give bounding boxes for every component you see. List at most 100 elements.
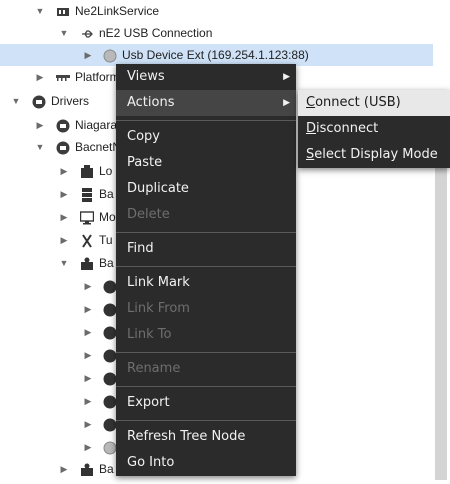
collapsed-toggle-icon[interactable]: ▶	[82, 372, 94, 384]
menu-item-go-into[interactable]: Go Into	[116, 450, 296, 476]
point-icon	[103, 394, 117, 409]
menu-item-label: Link From	[127, 301, 190, 316]
tree-label: Niagara	[75, 118, 118, 132]
network-icon	[56, 140, 70, 155]
point-icon	[103, 348, 117, 363]
mnemonic-letter: C	[306, 95, 316, 110]
usb-icon	[80, 26, 94, 40]
menu-item-label: Actions	[127, 95, 175, 110]
menu-item-link-mark[interactable]: Link Mark	[116, 270, 296, 296]
menu-item-connect-usb[interactable]: Connect (USB)	[298, 90, 450, 116]
point-icon	[103, 302, 117, 317]
tree-label: Ba	[99, 462, 114, 476]
menu-item-label: Link To	[127, 327, 172, 342]
collapsed-toggle-icon[interactable]: ▶	[58, 188, 70, 200]
collapsed-toggle-icon[interactable]: ▶	[82, 418, 94, 430]
monitor-icon	[79, 210, 95, 225]
submenu-arrow-icon: ▶	[283, 72, 290, 82]
menu-item-label: Refresh Tree Node	[127, 429, 246, 444]
menu-item-export[interactable]: Export	[116, 390, 296, 416]
menu-item-copy[interactable]: Copy	[116, 124, 296, 150]
menu-item-select-display-mode[interactable]: Select Display Mode	[298, 142, 450, 168]
network-icon	[56, 118, 70, 133]
platform-icon	[56, 70, 70, 84]
menu-item-actions[interactable]: Actions ▶	[116, 90, 296, 116]
tree-label: Ba	[99, 187, 114, 201]
menu-item-views[interactable]: Views ▶	[116, 64, 296, 90]
menu-item-duplicate[interactable]: Duplicate	[116, 176, 296, 202]
menu-item-label: onnect (USB)	[315, 95, 401, 110]
menu-item-label: Find	[127, 241, 154, 256]
point-icon	[103, 371, 117, 386]
menu-item-label: Export	[127, 395, 170, 410]
tree-label: Platform	[75, 70, 120, 84]
point-icon	[103, 279, 117, 294]
collapsed-toggle-icon[interactable]: ▶	[58, 463, 70, 475]
point-icon	[103, 325, 117, 340]
menu-item-rename: Rename	[116, 356, 296, 382]
collapsed-toggle-icon[interactable]: ▶	[82, 395, 94, 407]
collapsed-toggle-icon[interactable]: ▶	[82, 326, 94, 338]
context-menu: Views ▶ Actions ▶ Copy Paste Duplicate D…	[116, 64, 296, 476]
device-status-icon	[103, 48, 117, 63]
tree-label: nE2 USB Connection	[99, 26, 213, 40]
scrollbar-thumb[interactable]	[435, 150, 447, 480]
menu-item-link-from: Link From	[116, 296, 296, 322]
menu-item-paste[interactable]: Paste	[116, 150, 296, 176]
menu-item-label: Duplicate	[127, 181, 189, 196]
menu-item-label: elect Display Mode	[314, 147, 438, 162]
tree-label: Ne2LinkService	[75, 4, 160, 18]
menu-item-disconnect[interactable]: Disconnect	[298, 116, 450, 142]
menu-item-label: Delete	[127, 207, 170, 222]
point-status-icon	[103, 440, 117, 455]
menu-item-label: Rename	[127, 361, 181, 376]
menu-separator	[116, 266, 296, 267]
tree-label: Ba	[99, 256, 114, 270]
tree-row-ne2linkservice[interactable]: ▼ Ne2LinkService	[0, 0, 450, 22]
menu-item-find[interactable]: Find	[116, 236, 296, 262]
menu-item-label: Views	[127, 69, 165, 84]
actions-submenu: Connect (USB) Disconnect Select Display …	[298, 90, 450, 168]
tree-row-usb-device[interactable]: ▶ Usb Device Ext (169.254.1.123:88)	[0, 44, 433, 66]
menu-separator	[116, 386, 296, 387]
device-folder-icon	[80, 256, 94, 270]
tree-label: BacnetN	[75, 140, 122, 154]
tree-label: Drivers	[51, 94, 89, 108]
drivers-icon	[32, 94, 46, 109]
expanded-toggle-icon[interactable]: ▼	[58, 27, 70, 39]
menu-item-label: isconnect	[316, 121, 379, 136]
menu-item-label: Copy	[127, 129, 160, 144]
tree-label: Tu	[99, 233, 113, 247]
collapsed-toggle-icon[interactable]: ▶	[34, 71, 46, 83]
menu-item-label: Link Mark	[127, 275, 190, 290]
expanded-toggle-icon[interactable]: ▼	[58, 257, 70, 269]
collapsed-toggle-icon[interactable]: ▶	[82, 280, 94, 292]
collapsed-toggle-icon[interactable]: ▶	[58, 211, 70, 223]
collapsed-toggle-icon[interactable]: ▶	[82, 49, 94, 61]
menu-item-refresh-tree-node[interactable]: Refresh Tree Node	[116, 424, 296, 450]
menu-separator	[116, 352, 296, 353]
menu-item-delete: Delete	[116, 202, 296, 228]
device-folder-icon	[80, 462, 94, 476]
collapsed-toggle-icon[interactable]: ▶	[82, 303, 94, 315]
menu-item-label: Paste	[127, 155, 163, 170]
expanded-toggle-icon[interactable]: ▼	[34, 141, 46, 153]
collapsed-toggle-icon[interactable]: ▶	[58, 165, 70, 177]
menu-item-link-to: Link To	[116, 322, 296, 348]
server-icon	[80, 187, 94, 202]
tree-row-usb-connection[interactable]: ▼ nE2 USB Connection	[0, 22, 450, 44]
collapsed-toggle-icon[interactable]: ▶	[82, 441, 94, 453]
collapsed-toggle-icon[interactable]: ▶	[82, 349, 94, 361]
expanded-toggle-icon[interactable]: ▼	[10, 95, 22, 107]
tree-label: Mo	[99, 210, 116, 224]
menu-separator	[116, 232, 296, 233]
tree-label: Usb Device Ext (169.254.1.123:88)	[122, 48, 309, 62]
tree-label: Lo	[99, 164, 113, 178]
submenu-arrow-icon: ▶	[283, 98, 290, 108]
collapsed-toggle-icon[interactable]: ▶	[58, 234, 70, 246]
service-icon	[56, 4, 70, 18]
point-icon	[103, 417, 117, 432]
collapsed-toggle-icon[interactable]: ▶	[34, 119, 46, 131]
folder-icon	[80, 164, 94, 178]
expanded-toggle-icon[interactable]: ▼	[34, 5, 46, 17]
